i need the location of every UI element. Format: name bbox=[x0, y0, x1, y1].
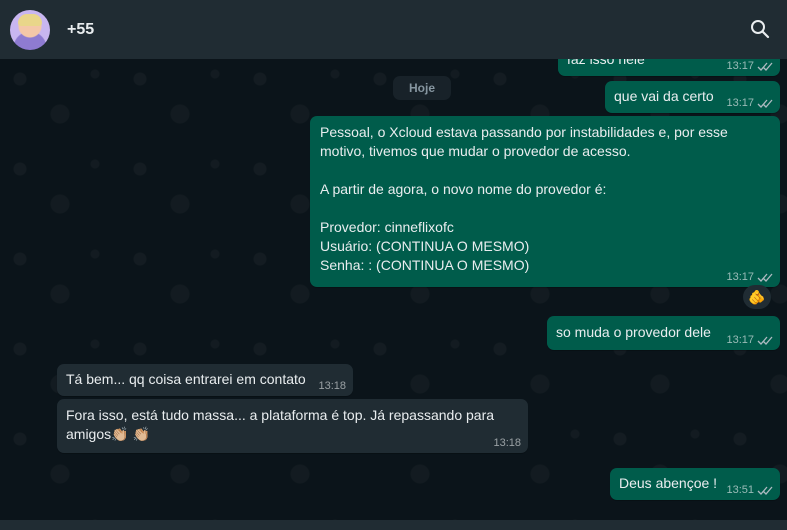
message-text: so muda o provedor dele bbox=[556, 324, 711, 340]
message-meta: 13:17 bbox=[726, 59, 773, 73]
message-bubble-incoming[interactable]: Tá bem... qq coisa entrarei em contato 1… bbox=[57, 364, 353, 396]
message-text: Tá bem... qq coisa entrarei em contato bbox=[66, 371, 306, 387]
message-bubble-outgoing[interactable]: Deus abençoe ! 13:51 bbox=[610, 468, 780, 500]
message-text: que vai da certo bbox=[614, 88, 714, 104]
message-time: 13:17 bbox=[726, 60, 754, 72]
date-separator: Hoje bbox=[393, 76, 451, 100]
message-meta: 13:51 bbox=[726, 483, 773, 497]
message-meta: 13:17 bbox=[726, 333, 773, 347]
message-text: Fora isso, está tudo massa... a platafor… bbox=[66, 407, 495, 442]
message-text: Pessoal, o Xcloud estava passando por in… bbox=[320, 124, 728, 273]
message-time: 13:51 bbox=[726, 484, 754, 496]
contact-avatar[interactable] bbox=[10, 9, 50, 50]
message-bubble-outgoing[interactable]: so muda o provedor dele 13:17 bbox=[547, 316, 780, 350]
message-bubble-outgoing[interactable]: faz isso nele 13:17 bbox=[558, 59, 780, 76]
message-time: 13:18 bbox=[318, 380, 346, 392]
message-time: 13:17 bbox=[726, 334, 754, 346]
read-ticks-icon bbox=[757, 486, 773, 495]
search-button[interactable] bbox=[747, 16, 773, 42]
read-ticks-icon bbox=[757, 62, 773, 71]
message-meta: 13:18 bbox=[318, 379, 346, 393]
message-meta: 13:18 bbox=[493, 436, 521, 450]
read-ticks-icon bbox=[757, 336, 773, 345]
message-time: 13:17 bbox=[726, 97, 754, 109]
message-bubble-outgoing[interactable]: que vai da certo 13:17 bbox=[605, 81, 780, 113]
search-icon bbox=[751, 20, 770, 39]
message-bubble-outgoing[interactable]: Pessoal, o Xcloud estava passando por in… bbox=[310, 116, 780, 287]
message-text: Deus abençoe ! bbox=[619, 475, 718, 491]
message-time: 13:17 bbox=[726, 271, 754, 283]
chat-header: +55 bbox=[0, 0, 787, 59]
read-ticks-icon bbox=[757, 273, 773, 282]
message-meta: 13:17 bbox=[726, 96, 773, 110]
message-bubble-incoming[interactable]: Fora isso, está tudo massa... a platafor… bbox=[57, 399, 528, 453]
message-text: faz isso nele bbox=[567, 59, 645, 67]
message-meta: 13:17 bbox=[726, 270, 773, 284]
message-reaction[interactable]: 🫵 bbox=[743, 285, 771, 309]
composer-bar[interactable] bbox=[0, 520, 787, 530]
message-list[interactable]: faz isso nele 13:17 Hoje que vai da cert… bbox=[0, 59, 787, 530]
contact-name[interactable]: +55 bbox=[67, 21, 94, 39]
message-time: 13:18 bbox=[493, 437, 521, 449]
read-ticks-icon bbox=[757, 99, 773, 108]
